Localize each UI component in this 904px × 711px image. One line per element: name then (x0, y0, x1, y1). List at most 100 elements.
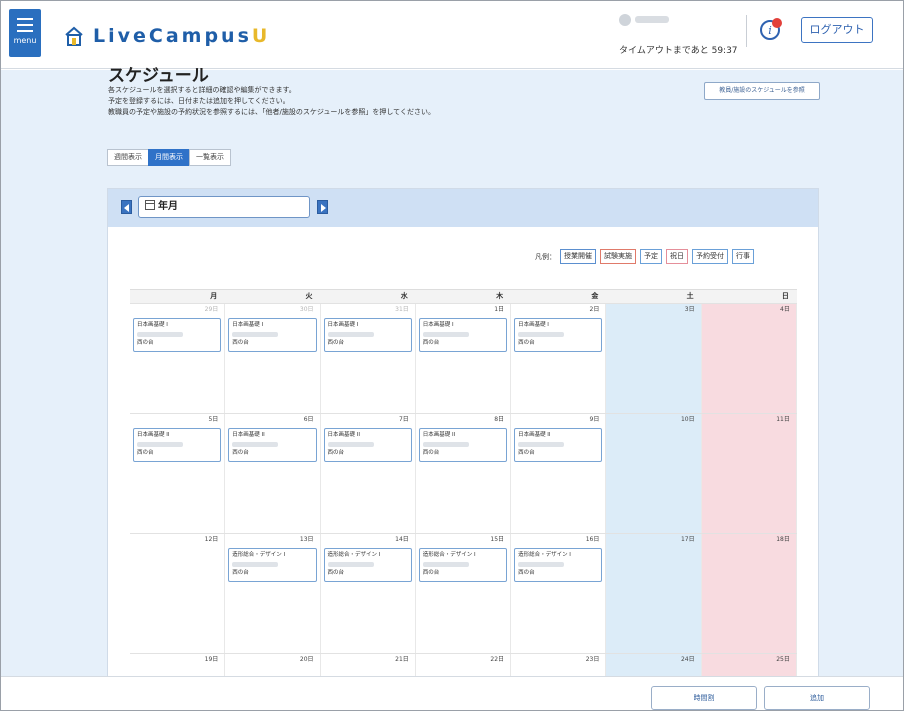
event-title: 造形総合・デザイン I (422, 552, 476, 558)
day-number[interactable]: 3日 (606, 304, 700, 315)
schedule-event[interactable]: 造形総合・デザイン I 西の台 (418, 548, 508, 582)
day-number[interactable]: 4日 (702, 304, 796, 315)
event-title: 日本画基礎 II (327, 432, 361, 438)
view-tabs: 週間表示 月間表示 一覧表示 (107, 149, 231, 166)
event-detail-redacted (327, 562, 374, 567)
schedule-event[interactable]: 日本画基礎 II 西の台 (133, 428, 222, 462)
day-number[interactable]: 19日 (130, 654, 224, 665)
timetable-button[interactable]: 時間割 (651, 686, 757, 710)
calendar-day-cell[interactable]: 6日日本画基礎 II 西の台 (225, 414, 321, 533)
day-number[interactable]: 11日 (702, 414, 796, 425)
day-number[interactable]: 24日 (606, 654, 700, 665)
chevron-right-icon (321, 204, 326, 212)
notification-button[interactable]: i (759, 17, 783, 41)
event-detail-redacted (137, 442, 183, 447)
day-number[interactable]: 21日 (321, 654, 415, 665)
day-number[interactable]: 30日 (225, 304, 319, 315)
timeout-text: タイムアウトまであと 59:37 (619, 46, 738, 56)
add-button[interactable]: 追加 (764, 686, 870, 710)
day-number[interactable]: 2日 (511, 304, 605, 315)
prev-month-button[interactable] (121, 200, 132, 214)
schedule-event[interactable]: 造形総合・デザイン I 西の台 (228, 548, 317, 582)
logout-button[interactable]: ログアウト (801, 17, 873, 43)
day-number[interactable]: 7日 (321, 414, 415, 425)
calendar-day-cell[interactable]: 10日 (606, 414, 702, 533)
next-month-button[interactable] (317, 200, 328, 214)
schedule-event[interactable]: 日本画基礎 I 西の台 (133, 318, 222, 352)
legend-chip: 予約受付 (692, 249, 728, 264)
day-number[interactable]: 1日 (416, 304, 510, 315)
header: menu LiveCampusU タイムアウトまであと 59:37 i ログアウ… (1, 1, 903, 69)
page-title: スケジュール (108, 66, 209, 86)
calendar-day-cell[interactable]: 4日 (701, 304, 797, 413)
calendar-panel: 年月 凡例： 授業開催 試験実施 予定 祝日 予約受付 行事 月 火 水 木 金 土 日 29日 日本画… (107, 188, 819, 688)
day-number[interactable]: 12日 (130, 534, 224, 545)
schedule-event[interactable]: 日本画基礎 II 西の台 (228, 428, 317, 462)
hamburger-icon (17, 18, 33, 32)
calendar-day-cell[interactable]: 1日日本画基礎 I 西の台 (416, 304, 512, 413)
logo[interactable]: LiveCampusU (63, 23, 270, 49)
day-number[interactable]: 25日 (702, 654, 796, 665)
day-number[interactable]: 6日 (225, 414, 319, 425)
schedule-event[interactable]: 造形総合・デザイン I 西の台 (323, 548, 412, 582)
schedule-event[interactable]: 日本画基礎 I 西の台 (323, 318, 412, 352)
calendar-day-cell[interactable]: 3日 (606, 304, 702, 413)
schedule-event[interactable]: 日本画基礎 I 西の台 (228, 318, 317, 352)
day-number[interactable]: 8日 (416, 414, 510, 425)
event-room: 西の台 (137, 340, 154, 346)
day-number[interactable]: 9日 (511, 414, 605, 425)
day-number[interactable]: 13日 (225, 534, 319, 545)
day-number[interactable]: 18日 (702, 534, 796, 545)
day-number[interactable]: 20日 (225, 654, 319, 665)
event-detail-redacted (518, 442, 565, 447)
calendar-day-cell[interactable]: 12日 (130, 534, 226, 653)
tab-monthly[interactable]: 月間表示 (148, 149, 190, 166)
day-number[interactable]: 29日 (130, 304, 224, 315)
schedule-event[interactable]: 日本画基礎 II 西の台 (514, 428, 603, 462)
month-nav-bar: 年月 (108, 189, 818, 227)
view-others-schedule-button[interactable]: 教員/施設のスケジュールを参照 (704, 82, 820, 100)
month-picker[interactable]: 年月 (138, 196, 310, 218)
calendar-day-cell[interactable]: 11日 (701, 414, 797, 533)
schedule-event[interactable]: 日本画基礎 II 西の台 (323, 428, 412, 462)
day-number[interactable]: 15日 (416, 534, 510, 545)
day-number[interactable]: 31日 (321, 304, 415, 315)
calendar-day-cell[interactable]: 2日日本画基礎 I 西の台 (511, 304, 607, 413)
header-divider (746, 15, 747, 47)
day-number[interactable]: 16日 (511, 534, 605, 545)
day-number[interactable]: 10日 (606, 414, 700, 425)
schedule-event[interactable]: 日本画基礎 I 西の台 (418, 318, 508, 352)
event-detail-redacted (137, 332, 183, 337)
calendar-day-cell[interactable]: 29日日本画基礎 I 西の台 (130, 304, 226, 413)
event-detail-redacted (422, 442, 469, 447)
day-number[interactable]: 23日 (511, 654, 605, 665)
calendar-day-cell[interactable]: 15日造形総合・デザイン I 西の台 (416, 534, 512, 653)
calendar-day-cell[interactable]: 31日日本画基礎 I 西の台 (321, 304, 416, 413)
schedule-event[interactable]: 造形総合・デザイン I 西の台 (514, 548, 603, 582)
calendar-day-cell[interactable]: 14日造形総合・デザイン I 西の台 (321, 534, 416, 653)
schedule-event[interactable]: 日本画基礎 II 西の台 (418, 428, 508, 462)
legend-label: 凡例： (535, 252, 556, 261)
footer-bar: 時間割 追加 (1, 676, 903, 710)
calendar-day-cell[interactable]: 30日日本画基礎 I 西の台 (225, 304, 321, 413)
description-line: 教職員の予定や施設の予約状況を参照するには、「他者/施設のスケジュールを参照」を… (108, 108, 435, 116)
menu-button[interactable]: menu (9, 9, 41, 57)
calendar-day-cell[interactable]: 8日日本画基礎 II 西の台 (416, 414, 512, 533)
day-number[interactable]: 5日 (130, 414, 224, 425)
calendar-day-cell[interactable]: 5日日本画基礎 II 西の台 (130, 414, 226, 533)
calendar-day-cell[interactable]: 7日日本画基礎 II 西の台 (321, 414, 416, 533)
day-number[interactable]: 14日 (321, 534, 415, 545)
calendar-day-cell[interactable]: 16日造形総合・デザイン I 西の台 (511, 534, 607, 653)
tab-weekly[interactable]: 週間表示 (107, 149, 149, 166)
menu-label: menu (13, 36, 37, 45)
day-number[interactable]: 22日 (416, 654, 510, 665)
event-room: 西の台 (422, 340, 440, 346)
schedule-event[interactable]: 日本画基礎 I 西の台 (514, 318, 603, 352)
calendar-day-cell[interactable]: 18日 (701, 534, 797, 653)
tab-list[interactable]: 一覧表示 (189, 149, 231, 166)
calendar-day-cell[interactable]: 9日日本画基礎 II 西の台 (511, 414, 607, 533)
event-room: 西の台 (518, 450, 535, 456)
calendar-day-cell[interactable]: 13日造形総合・デザイン I 西の台 (225, 534, 321, 653)
calendar-day-cell[interactable]: 17日 (606, 534, 702, 653)
day-number[interactable]: 17日 (606, 534, 700, 545)
